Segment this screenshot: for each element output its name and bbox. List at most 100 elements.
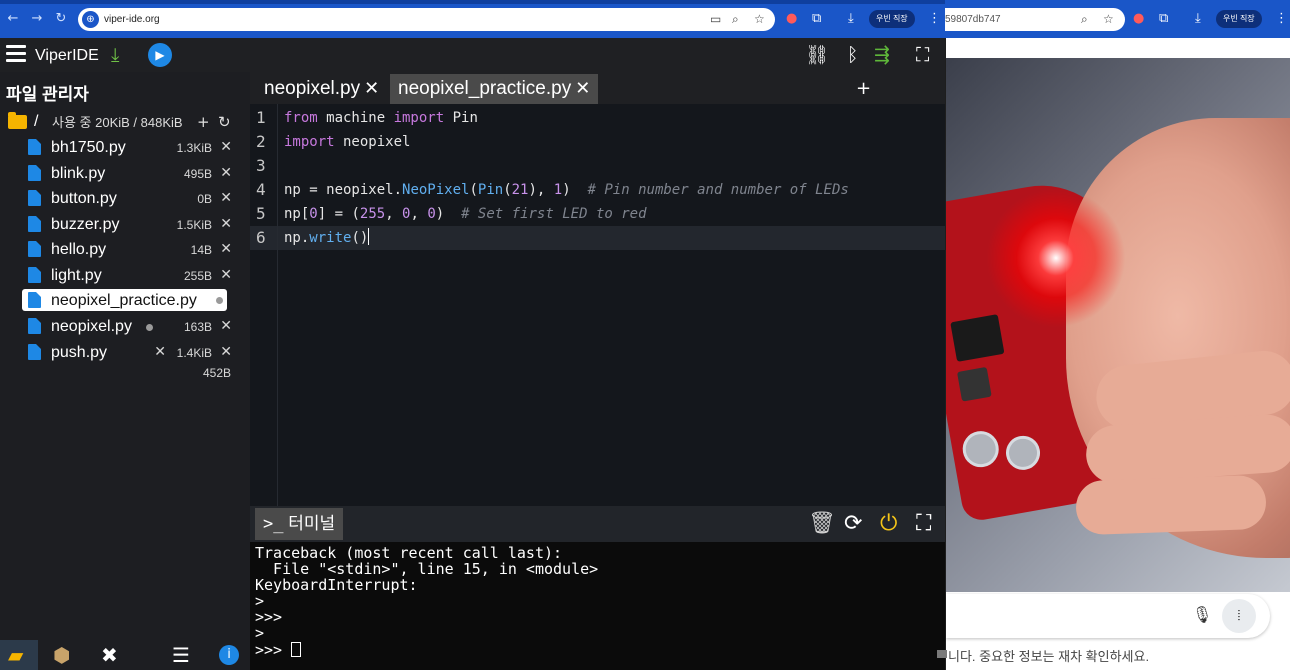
code-text: Pin xyxy=(444,110,478,126)
right-puzzle-icon[interactable]: ⧉ xyxy=(1159,11,1168,27)
back-icon[interactable]: ← xyxy=(6,11,20,27)
browser-tab-strip xyxy=(0,0,945,4)
delete-file-icon[interactable]: ✕ xyxy=(154,343,166,361)
right-star-icon[interactable]: ☆ xyxy=(1103,12,1114,27)
profile-chip[interactable]: 우빈 직장 xyxy=(869,10,915,28)
terminal-output[interactable]: Traceback (most recent call last): File … xyxy=(250,542,945,670)
tab-neopixel[interactable]: neopixel.py ✕ xyxy=(256,74,387,104)
right-search-icon[interactable]: ⌕ xyxy=(1081,12,1088,27)
code-text: np. xyxy=(284,230,310,246)
trash-icon[interactable]: 🗑 xyxy=(808,511,836,537)
add-tab-button[interactable]: + xyxy=(856,78,871,100)
delete-file-icon[interactable]: ✕ xyxy=(220,240,232,258)
ide-topbar: ViperIDE ⤓ ▶ ⛓ ᛒ ⇶ ⛶ xyxy=(0,38,945,72)
code-text: ( xyxy=(469,182,478,198)
delete-file-icon[interactable]: ✕ xyxy=(220,343,232,361)
disclaimer-text: 니다. 중요한 정보는 재차 확인하세요. xyxy=(946,642,1290,670)
browser-menu-icon[interactable]: ⋮ xyxy=(928,11,941,27)
right-extension-icon[interactable]: ● xyxy=(1133,11,1144,27)
file-item[interactable]: push.py ✕ 1.4KiB ✕ xyxy=(22,341,234,363)
number-literal: 0 xyxy=(309,206,318,222)
cast-icon[interactable]: ▭ xyxy=(710,12,721,27)
right-address-bar[interactable]: 59807db747 ⌕ ☆ xyxy=(945,8,1125,31)
right-profile-chip[interactable]: 우빈 직장 xyxy=(1216,10,1262,28)
fullscreen-icon[interactable]: ⛶ xyxy=(916,43,929,67)
code-editor[interactable]: 1 2 3 4 5 6 from machine import Pin impo… xyxy=(250,104,945,506)
terminal-prompt: >>> xyxy=(255,641,292,659)
tools-icon[interactable]: ✖ xyxy=(101,643,118,667)
address-url: viper-ide.org xyxy=(104,14,160,25)
extension-icon[interactable]: ● xyxy=(786,11,797,27)
chat-input[interactable]: 🎙 ⦙ xyxy=(946,594,1270,638)
reload-icon[interactable]: ↻ xyxy=(54,11,68,27)
file-item[interactable]: light.py 255B ✕ xyxy=(22,264,234,286)
tab-label: neopixel_practice.py xyxy=(398,78,572,99)
add-file-icon[interactable]: + xyxy=(197,113,210,131)
connect-link-icon[interactable]: ⛓ xyxy=(805,43,829,67)
file-item[interactable]: buzzer.py 1.5KiB ✕ xyxy=(22,213,234,235)
usb-icon[interactable]: ⇶ xyxy=(874,43,890,67)
file-item-active[interactable]: neopixel_practice.py xyxy=(22,289,227,311)
run-icon[interactable]: ▶ xyxy=(148,43,172,67)
forward-icon[interactable]: → xyxy=(30,11,44,27)
delete-file-icon[interactable]: ✕ xyxy=(220,266,232,284)
right-address-url: 59807db747 xyxy=(945,14,1001,25)
right-page-header xyxy=(946,38,1290,58)
terminal-prompt-icon: >_ xyxy=(263,514,284,534)
info-icon[interactable]: i xyxy=(219,645,239,665)
file-size: 1.3KiB xyxy=(176,141,212,155)
file-size: 14B xyxy=(190,243,212,257)
right-menu-icon[interactable]: ⋮ xyxy=(1275,11,1288,27)
folder-icon xyxy=(8,112,27,129)
address-bar[interactable]: ⊕ viper-ide.org ▭ ⌕ ☆ xyxy=(78,8,775,31)
window-split-handle[interactable] xyxy=(937,650,947,658)
settings-sliders-icon[interactable]: ☰ xyxy=(172,643,190,667)
function-name: write xyxy=(309,230,352,246)
packages-icon[interactable]: ⬢ xyxy=(53,643,70,667)
extensions-puzzle-icon[interactable]: ⧉ xyxy=(812,11,821,27)
tab-terminal[interactable]: >_ 터미널 xyxy=(255,508,344,540)
editor-tabs: neopixel.py ✕ neopixel_practice.py ✕ + xyxy=(250,72,945,104)
line-gutter: 1 2 3 4 5 6 xyxy=(250,104,278,506)
zoom-icon[interactable]: ⌕ xyxy=(732,12,739,27)
delete-file-icon[interactable]: ✕ xyxy=(220,164,232,182)
close-tab-icon[interactable]: ✕ xyxy=(575,78,590,99)
delete-file-icon[interactable]: ✕ xyxy=(220,215,232,233)
site-info-icon[interactable]: ⊕ xyxy=(82,11,99,28)
unsaved-dot-icon xyxy=(216,297,223,304)
file-item[interactable]: button.py 0B ✕ xyxy=(22,187,234,209)
menu-icon[interactable] xyxy=(6,45,26,63)
download-app-icon[interactable]: ⤓ xyxy=(111,43,119,67)
right-download-icon[interactable]: ⤓ xyxy=(1195,11,1201,27)
reconnect-icon[interactable]: ⟳ xyxy=(844,511,862,537)
code-text: ] = ( xyxy=(317,206,360,222)
power-icon[interactable]: ⏻ xyxy=(880,511,897,537)
bookmark-star-icon[interactable]: ☆ xyxy=(754,12,765,27)
file-name: buzzer.py xyxy=(51,216,120,233)
download-icon[interactable]: ⤓ xyxy=(848,11,854,27)
demo-video[interactable] xyxy=(946,58,1290,592)
microphone-icon[interactable]: 🎙 xyxy=(1192,604,1212,626)
delete-file-icon[interactable]: ✕ xyxy=(220,138,232,156)
close-tab-icon[interactable]: ✕ xyxy=(364,78,379,99)
file-item[interactable]: hello.py 14B ✕ xyxy=(22,238,234,260)
delete-file-icon[interactable]: ✕ xyxy=(220,189,232,207)
refresh-icon[interactable]: ↻ xyxy=(218,113,231,131)
finger xyxy=(1075,474,1267,536)
delete-file-icon[interactable]: ✕ xyxy=(220,317,232,335)
files-folder-icon[interactable]: ▰ xyxy=(8,643,23,667)
file-item[interactable]: blink.py 495B ✕ xyxy=(22,162,234,184)
file-item[interactable]: neopixel.py 163B ✕ xyxy=(22,315,234,337)
terminal-tab-label: 터미널 xyxy=(288,514,336,533)
screen: ← → ↻ ⊕ viper-ide.org ▭ ⌕ ☆ ● ⧉ ⤓ 우빈 직장 … xyxy=(0,0,1290,670)
line-number: 4 xyxy=(256,180,266,199)
code-text: neopixel xyxy=(334,134,411,150)
file-icon xyxy=(28,344,41,360)
root-folder-row[interactable]: / 사용 중 20KiB / 848KiB + ↻ xyxy=(8,112,246,132)
voice-mode-icon[interactable]: ⦙ xyxy=(1222,599,1256,633)
terminal-fullscreen-icon[interactable]: ⛶ xyxy=(916,511,931,537)
code-line-6: np.write() xyxy=(284,226,370,250)
bluetooth-icon[interactable]: ᛒ xyxy=(847,43,858,67)
tab-neopixel-practice[interactable]: neopixel_practice.py ✕ xyxy=(390,74,599,104)
file-item[interactable]: bh1750.py 1.3KiB ✕ xyxy=(22,136,234,158)
